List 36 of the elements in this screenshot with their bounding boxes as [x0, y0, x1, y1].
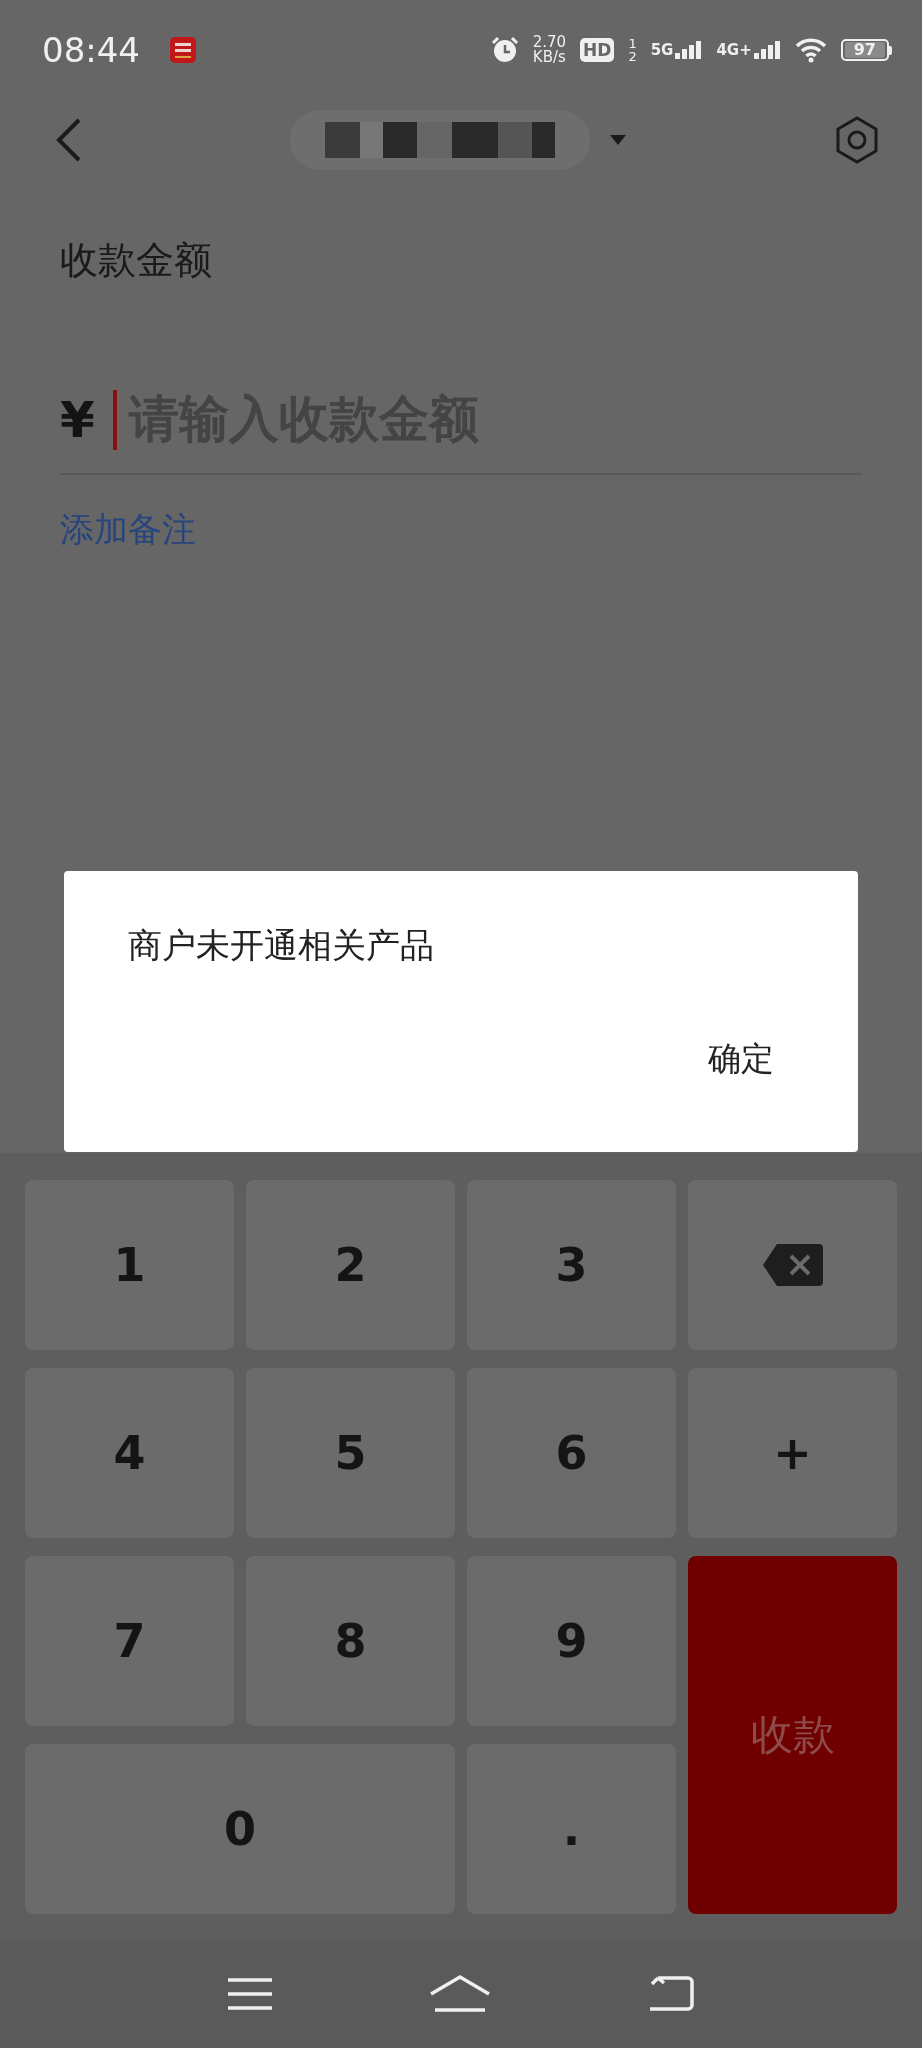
keypad-key[interactable]: . [467, 1744, 676, 1914]
keypad-key[interactable]: 3 [467, 1180, 676, 1350]
keypad-key[interactable]: 2 [246, 1180, 455, 1350]
wifi-icon [794, 37, 827, 63]
network-speed: 2.70 KB/s [532, 35, 567, 65]
keypad-key[interactable]: 6 [467, 1368, 676, 1538]
status-time: 08:44 [42, 30, 140, 70]
keypad-key[interactable]: 4 [25, 1368, 234, 1538]
dropdown-caret-icon[interactable] [609, 135, 626, 145]
network-type: 5G [650, 41, 674, 59]
keypad-key[interactable]: 8 [246, 1556, 455, 1726]
currency-symbol: ¥ [60, 390, 95, 449]
app-icon [170, 37, 196, 63]
keypad-key[interactable]: 9 [467, 1556, 676, 1726]
text-cursor [112, 389, 117, 450]
sim-numbers: 1 2 [628, 37, 637, 63]
keypad-key[interactable]: 7 [25, 1556, 234, 1726]
home-icon[interactable] [429, 1974, 491, 2014]
dialog-message: 商户未开通相关产品 [128, 924, 434, 967]
amount-label: 收款金额 [60, 237, 212, 284]
network-type: 4G+ [716, 41, 752, 59]
confirm-button[interactable]: 确定 [700, 1033, 782, 1086]
battery-indicator: 97 [840, 39, 892, 61]
backspace-icon [762, 1244, 823, 1286]
signal-bars-icon [753, 41, 781, 59]
keypad-key[interactable]: 0 [25, 1744, 455, 1914]
collect-payment-button[interactable]: 收款 [688, 1556, 897, 1914]
return-arrow-icon[interactable] [647, 1975, 694, 2013]
menu-icon[interactable] [228, 1977, 273, 2011]
backspace-key[interactable] [688, 1180, 897, 1350]
keypad-key[interactable]: 1 [25, 1180, 234, 1350]
hd-badge: HD [580, 38, 615, 62]
signal-bars-icon [675, 41, 703, 59]
alarm-clock-icon [490, 36, 519, 64]
keypad-key[interactable]: + [688, 1368, 897, 1538]
keypad-key[interactable]: 5 [246, 1368, 455, 1538]
